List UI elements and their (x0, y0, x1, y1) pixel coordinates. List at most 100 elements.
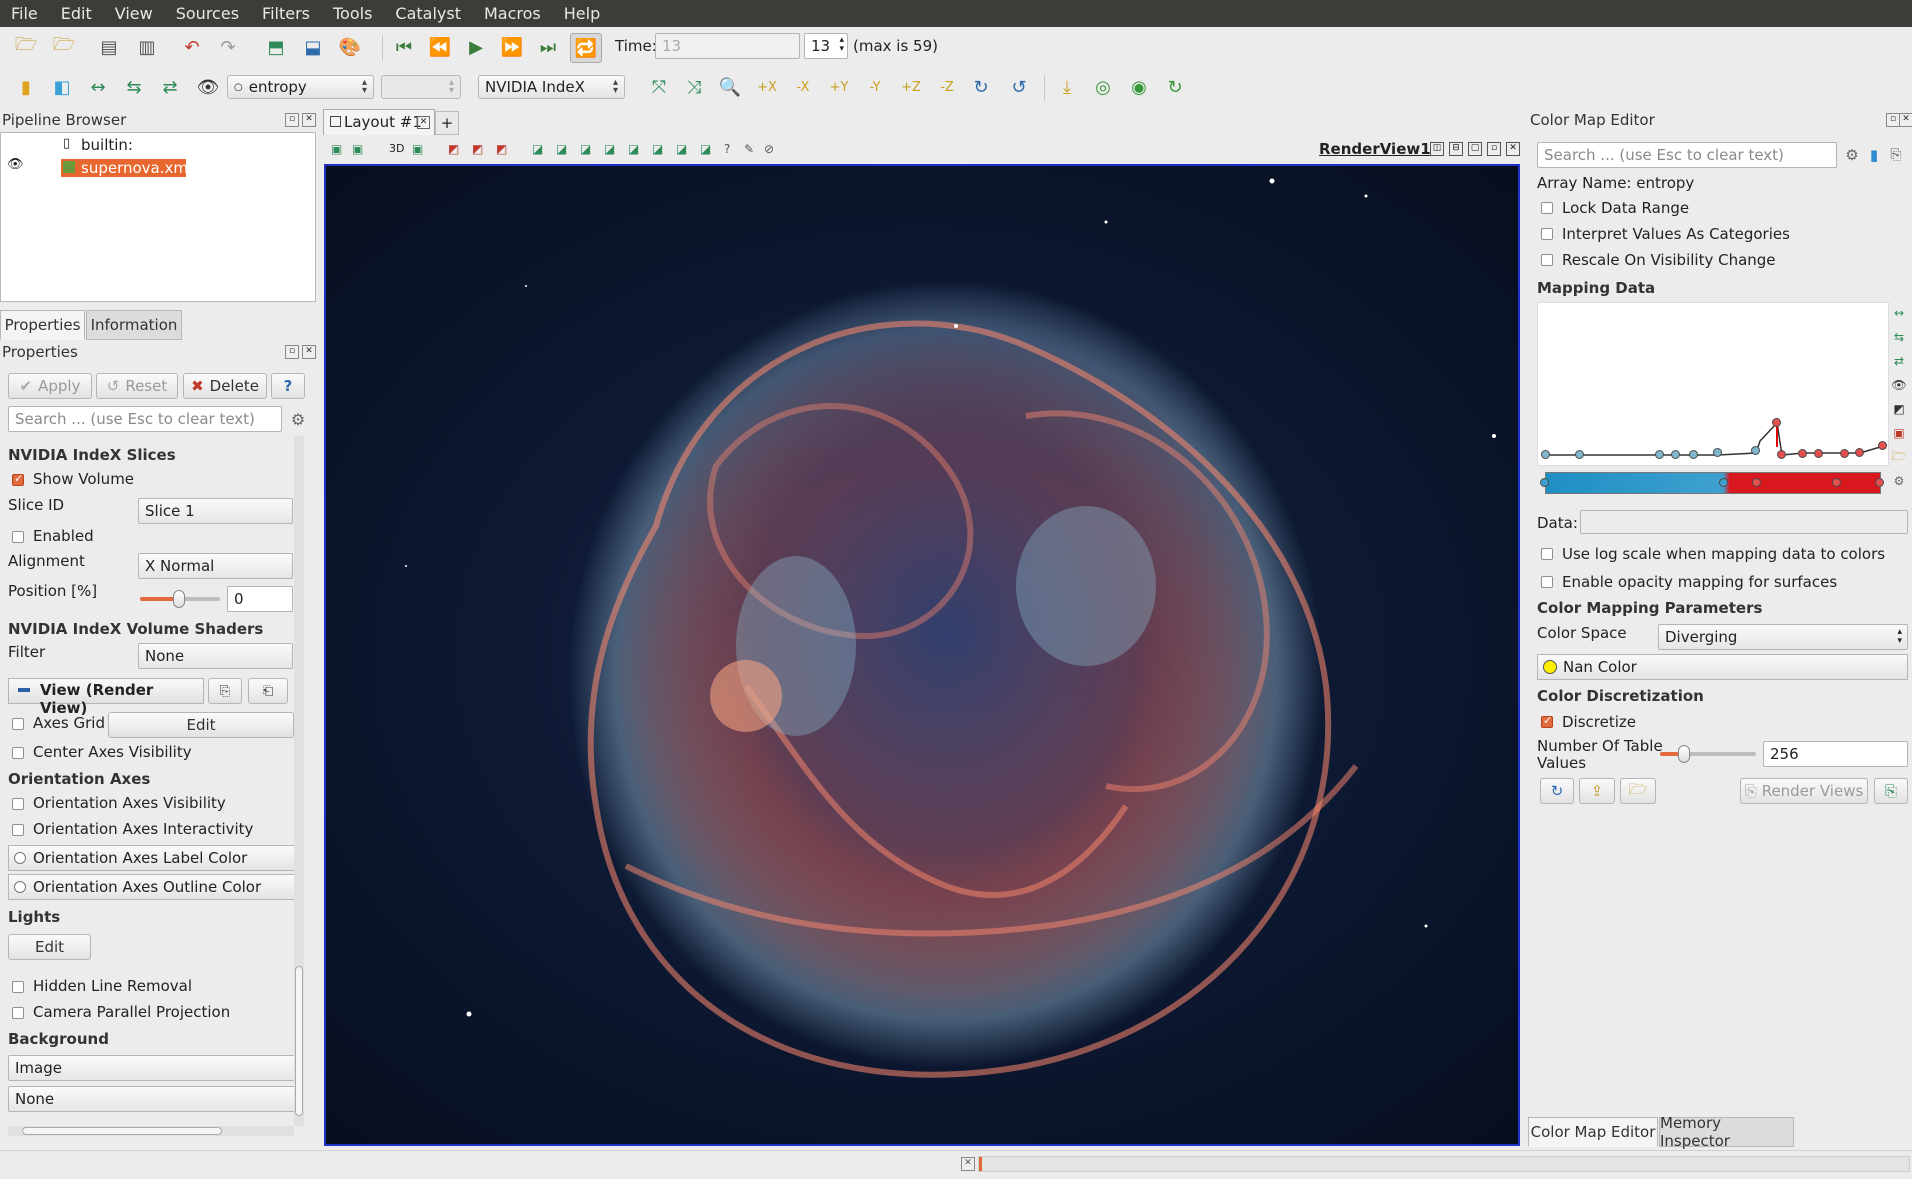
color-node[interactable] (1832, 478, 1841, 487)
nan-color-button[interactable]: Nan Color (1537, 654, 1908, 680)
component-combo[interactable]: ▴ ▾ (381, 75, 461, 99)
add-layout-tab-icon[interactable]: + (435, 111, 459, 135)
menu-file[interactable]: File (0, 4, 50, 23)
opacity-transfer-editor[interactable] (1537, 302, 1889, 466)
choose-preset-icon[interactable]: ▮ (1862, 143, 1886, 167)
menu-tools[interactable]: Tools (322, 4, 384, 23)
opacity-surfaces-checkbox[interactable] (1541, 576, 1553, 588)
hover-points-icon[interactable]: ◪ (604, 142, 615, 156)
opacity-node[interactable] (1575, 450, 1584, 459)
maximize-view-icon[interactable]: ▢ (1468, 142, 1482, 156)
menu-edit[interactable]: Edit (50, 4, 104, 23)
advanced-icon[interactable]: ⚙ (1890, 472, 1908, 490)
table-values-input[interactable]: 256 (1763, 741, 1908, 767)
data-value-field[interactable] (1580, 510, 1908, 534)
opacity-node[interactable] (1777, 450, 1786, 459)
hidden-line-checkbox[interactable] (12, 981, 24, 993)
background-image-combo[interactable]: None (8, 1086, 296, 1112)
reset-range-icon[interactable]: ↔ (86, 75, 110, 99)
select-cells-icon[interactable]: ◩ (448, 142, 459, 156)
time-field[interactable]: 13 (655, 33, 800, 59)
hscroll-handle[interactable] (22, 1127, 222, 1135)
restore-default-icon[interactable]: 🗁 (1620, 778, 1656, 804)
menu-view[interactable]: View (104, 4, 165, 23)
axes-grid-checkbox[interactable] (12, 718, 24, 730)
save-state-icon[interactable]: ▤ (97, 35, 121, 59)
color-node[interactable] (1875, 478, 1884, 487)
float-panel-icon[interactable]: ▫ (1886, 113, 1900, 127)
reset-center-icon[interactable]: ↻ (1163, 75, 1187, 99)
opacity-node[interactable] (1751, 446, 1760, 455)
menu-help[interactable]: Help (553, 4, 612, 23)
axes-grid-edit-button[interactable]: Edit (108, 712, 294, 738)
axes-icon[interactable]: ⤓ (1055, 75, 1079, 99)
orientation-visibility-checkbox[interactable] (12, 798, 24, 810)
advanced-gear-icon[interactable]: ⚙ (1840, 143, 1864, 167)
color-node[interactable] (1540, 478, 1549, 487)
select-points-icon[interactable]: ◩ (472, 142, 483, 156)
play-icon[interactable]: ▶ (464, 35, 488, 59)
discretize-checkbox[interactable] (1541, 714, 1553, 728)
restore-view-icon[interactable]: ▫ (1487, 142, 1501, 156)
color-node[interactable] (1752, 478, 1761, 487)
tab-memory-inspector[interactable]: Memory Inspector (1659, 1114, 1794, 1150)
tab-color-map-editor[interactable]: Color Map Editor (1528, 1117, 1658, 1147)
save-preset-icon[interactable]: ⎘ (1884, 143, 1908, 167)
table-values-slider-handle[interactable] (1678, 745, 1690, 763)
view-minus-z-icon[interactable]: -Z (935, 75, 959, 99)
split-vertical-icon[interactable]: ⊟ (1449, 142, 1463, 156)
invert-icon[interactable]: ◩ (1890, 400, 1908, 418)
view-plus-z-icon[interactable]: +Z (899, 75, 923, 99)
help-button[interactable]: ? (271, 373, 305, 399)
position-slider-handle[interactable] (173, 590, 185, 608)
color-array-combo[interactable]: ○ entropy ▴ ▾ (227, 75, 374, 99)
custom-range-icon[interactable]: ⇆ (122, 75, 146, 99)
lock-range-checkbox[interactable] (1541, 202, 1553, 214)
alignment-combo[interactable]: X Normal (138, 553, 293, 579)
timestep-spinbox[interactable]: 13 ▴ ▾ (804, 33, 848, 59)
menu-filters[interactable]: Filters (251, 4, 322, 23)
previous-frame-icon[interactable]: ⏪ (428, 35, 452, 59)
filter-combo[interactable]: None (138, 643, 293, 669)
reset-button[interactable]: ↺ Reset (96, 373, 178, 399)
interpret-categories-checkbox[interactable] (1541, 228, 1553, 240)
view-minus-y-icon[interactable]: -Y (863, 75, 887, 99)
view-minus-x-icon[interactable]: -X (791, 75, 815, 99)
render-views-button[interactable]: ⎘ Render Views (1740, 778, 1868, 804)
save-default-icon[interactable]: ⇪ (1579, 778, 1615, 804)
rotate-ccw-icon[interactable]: ↺ (1007, 75, 1031, 99)
lights-edit-button[interactable]: Edit (8, 934, 91, 960)
colormap-search-input[interactable]: Search ... (use Esc to clear text) (1537, 142, 1837, 168)
range-over-time-icon[interactable]: ⇄ (158, 75, 182, 99)
view-plus-x-icon[interactable]: +X (755, 75, 779, 99)
rotate-cw-icon[interactable]: ↻ (969, 75, 993, 99)
color-transfer-bar[interactable] (1540, 472, 1884, 494)
select-block-icon[interactable]: ◪ (556, 142, 567, 156)
interactive-select-icon[interactable]: ◪ (580, 142, 591, 156)
menu-macros[interactable]: Macros (473, 4, 553, 23)
opacity-node[interactable] (1671, 450, 1680, 459)
float-panel-icon[interactable]: ▫ (285, 345, 299, 359)
properties-vscrollbar[interactable] (294, 436, 304, 1126)
color-palette-icon[interactable]: 🎨 (338, 35, 362, 59)
rescale-visibility-checkbox[interactable] (1541, 254, 1553, 266)
toggle-interaction-icon[interactable]: ▣ (352, 142, 363, 156)
float-panel-icon[interactable]: ▫ (285, 113, 299, 127)
opacity-node[interactable] (1840, 449, 1849, 458)
capture-icon[interactable]: ▣ (331, 142, 342, 156)
opacity-node[interactable] (1855, 448, 1864, 457)
center-axes-checkbox[interactable] (12, 747, 24, 759)
hover-cells-icon[interactable]: ◪ (628, 142, 639, 156)
rescale-temporal-icon[interactable]: ⇄ (1890, 352, 1908, 370)
menu-sources[interactable]: Sources (165, 4, 251, 23)
advanced-gear-icon[interactable]: ⚙ (286, 407, 310, 431)
close-panel-icon[interactable]: ✕ (302, 345, 316, 359)
rescale-visible-icon[interactable]: 👁 (1890, 376, 1908, 394)
presets-icon[interactable]: ▣ (1890, 424, 1908, 442)
shrink-selection-icon[interactable]: ◪ (676, 142, 687, 156)
paste-properties-icon[interactable]: ⎗ (248, 678, 288, 704)
zoom-to-data-icon[interactable]: ⤨ (682, 75, 706, 99)
opacity-node-selected[interactable] (1772, 418, 1781, 427)
camera-undo-icon[interactable]: ▣ (412, 142, 423, 156)
show-volume-checkbox[interactable] (12, 472, 24, 486)
